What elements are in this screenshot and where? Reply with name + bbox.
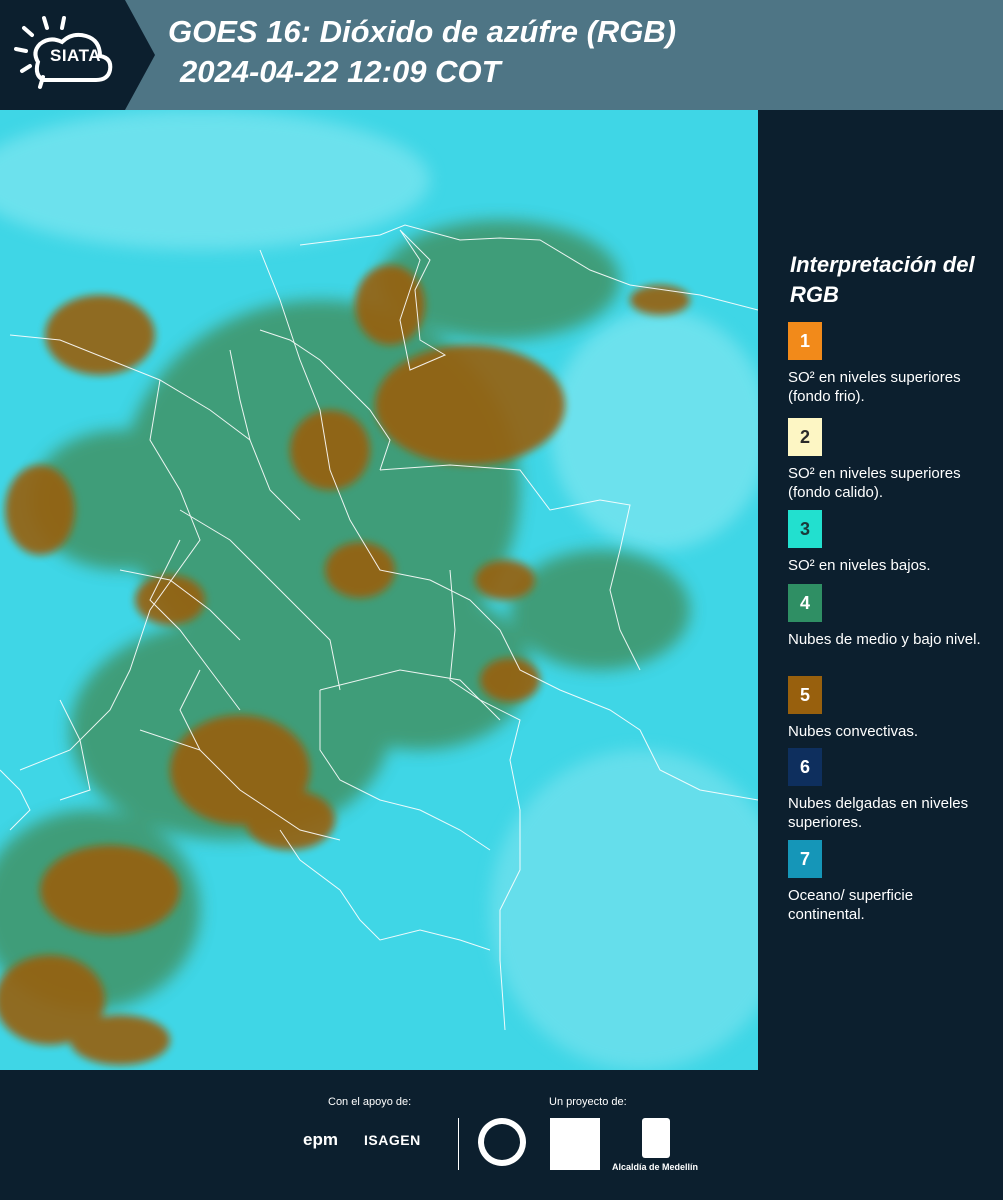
legend-label: SO² en niveles superiores (fondo calido)… bbox=[788, 465, 961, 501]
legend-panel: Interpretación del RGB 1 SO² en niveles s… bbox=[758, 110, 1003, 1070]
legend-item-7: 7 Oceano/ superficie continental. bbox=[788, 840, 988, 924]
legend-swatch: 7 bbox=[788, 840, 822, 878]
legend-label: Nubes de medio y bajo nivel. bbox=[788, 631, 981, 648]
legend-swatch: 5 bbox=[788, 676, 822, 714]
legend-item-3: 3 SO² en niveles bajos. bbox=[788, 510, 988, 575]
alcaldia-shield-icon bbox=[642, 1118, 670, 1158]
satellite-image bbox=[0, 110, 758, 1070]
legend-item-1: 1 SO² en niveles superiores (fondo frio). bbox=[788, 322, 988, 406]
legend-label: SO² en niveles superiores (fondo frio). bbox=[788, 369, 961, 405]
siata-logo: SIATA bbox=[0, 0, 125, 110]
legend-label: Oceano/ superficie continental. bbox=[788, 887, 914, 923]
legend-swatch: 1 bbox=[788, 322, 822, 360]
footer-divider bbox=[458, 1118, 459, 1170]
legend-item-5: 5 Nubes convectivas. bbox=[788, 676, 988, 741]
footer-bar: Con el apoyo de: Un proyecto de: epm ISA… bbox=[0, 1070, 1003, 1200]
legend-swatch: 4 bbox=[788, 584, 822, 622]
page-title: GOES 16: Dióxido de azúfre (RGB) bbox=[168, 14, 677, 49]
legend-item-2: 2 SO² en niveles superiores (fondo calido… bbox=[788, 418, 988, 502]
legend-label: Nubes delgadas en niveles superiores. bbox=[788, 795, 969, 831]
epm-logo: epm bbox=[303, 1130, 338, 1149]
header-bar: SIATA GOES 16: Dióxido de azúfre (RGB) 2… bbox=[0, 0, 1003, 110]
legend-label: Nubes convectivas. bbox=[788, 723, 919, 740]
legend-item-4: 4 Nubes de medio y bajo nivel. bbox=[788, 584, 988, 649]
legend-swatch: 6 bbox=[788, 748, 822, 786]
logo-chevron bbox=[125, 0, 155, 110]
project-caption: Un proyecto de: bbox=[549, 1096, 627, 1108]
alcaldia-label: Alcaldía de Medellín bbox=[612, 1162, 699, 1172]
legend-swatch: 2 bbox=[788, 418, 822, 456]
satellite-map bbox=[0, 110, 758, 1070]
page-timestamp: 2024-04-22 12:09 COT bbox=[180, 54, 501, 89]
medellin-seal-icon bbox=[478, 1118, 526, 1166]
legend-swatch: 3 bbox=[788, 510, 822, 548]
legend-title: Interpretación del RGB bbox=[790, 252, 975, 307]
isagen-logo: ISAGEN bbox=[364, 1132, 421, 1148]
logo-text: SIATA bbox=[50, 46, 101, 65]
support-caption: Con el apoyo de: bbox=[328, 1096, 412, 1108]
area-metropolitana-logo bbox=[550, 1118, 600, 1170]
legend-label: SO² en niveles bajos. bbox=[788, 557, 931, 574]
legend-item-6: 6 Nubes delgadas en niveles superiores. bbox=[788, 748, 988, 832]
